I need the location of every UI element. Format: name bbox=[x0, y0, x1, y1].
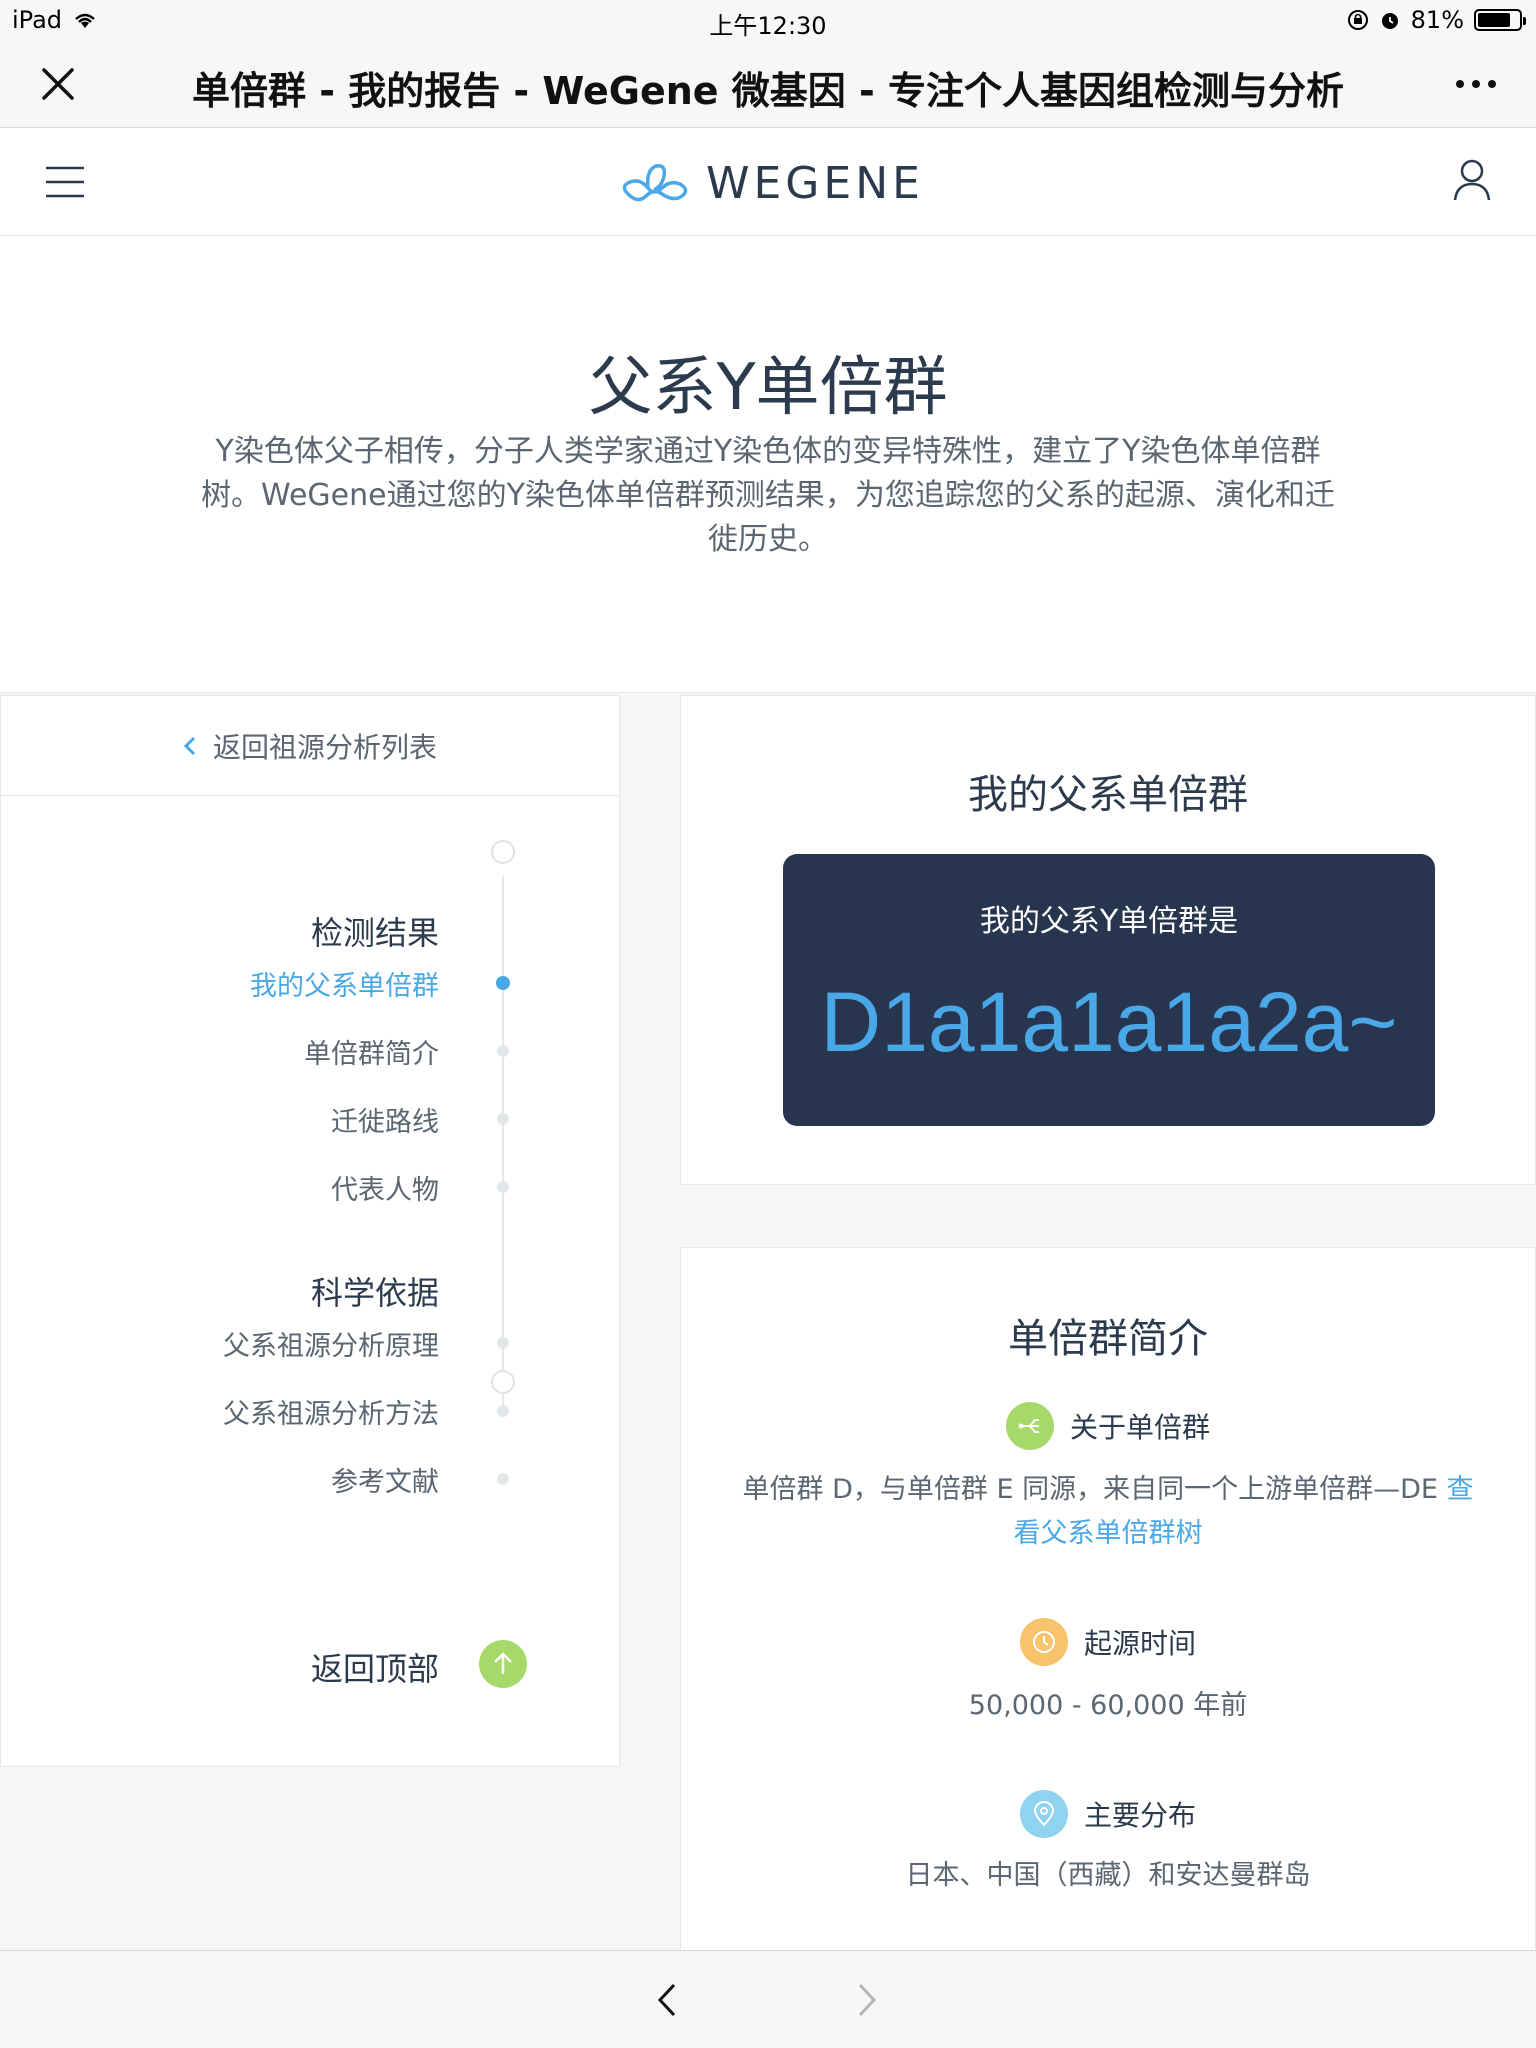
browser-nav-bar: 单倍群 - 我的报告 - WeGene 微基因 - 专注个人基因组检测与分析 bbox=[0, 42, 1536, 128]
toc-item-principle[interactable]: 父系祖源分析原理 bbox=[223, 1324, 439, 1363]
hero-title: 父系Y单倍群 bbox=[588, 351, 948, 425]
intro-title: 单倍群简介 bbox=[1008, 1316, 1208, 1362]
sidebar: 返回祖源分析列表 检测结果 我的父系单倍群 单倍群简介 迁徙路线 代表人物 科学… bbox=[0, 695, 620, 1767]
location-pin-icon bbox=[1019, 1790, 1068, 1838]
chevron-left-icon bbox=[183, 736, 196, 755]
site-header: WEGENE bbox=[0, 128, 1536, 236]
toc-item-my-haplogroup[interactable]: 我的父系单倍群 bbox=[250, 964, 439, 1003]
toc-heading-science[interactable]: 科学依据 bbox=[311, 1268, 439, 1314]
battery-icon bbox=[1474, 9, 1526, 31]
toc-dot-active bbox=[496, 976, 510, 990]
battery-level bbox=[1478, 13, 1511, 27]
page-title: 单倍群 - 我的报告 - WeGene 微基因 - 专注个人基因组检测与分析 bbox=[191, 69, 1345, 113]
about-text-body: 单倍群 D，与单倍群 E 同源，来自同一个上游单倍群—DE bbox=[742, 1474, 1447, 1505]
orientation-lock-icon bbox=[1347, 10, 1368, 30]
hero-description: Y染色体父子相传，分子人类学家通过Y染色体的变异特殊性，建立了Y染色体单倍群树。… bbox=[201, 434, 1335, 557]
logo[interactable]: WEGENE bbox=[618, 158, 924, 209]
origin-heading: 起源时间 bbox=[681, 1618, 1535, 1666]
about-heading-label: 关于单倍群 bbox=[1069, 1411, 1210, 1444]
distribution-text: 日本、中国（西藏）和安达曼群岛 bbox=[905, 1860, 1311, 1891]
battery-percent: 81% bbox=[1410, 6, 1464, 34]
status-bar: iPad 上午12:30 81% bbox=[0, 0, 1536, 42]
clock-icon bbox=[1019, 1618, 1068, 1666]
more-icon[interactable] bbox=[1452, 72, 1500, 96]
toc-dot bbox=[497, 1473, 509, 1485]
wegene-logo-icon bbox=[622, 163, 688, 201]
about-text: 单倍群 D，与单倍群 E 同源，来自同一个上游单倍群—DE 查看父系单倍群树 bbox=[741, 1468, 1475, 1556]
toc-timeline-end bbox=[491, 1370, 515, 1394]
haplogroup-intro-card: 单倍群简介 关于单倍群 单倍群 D，与单倍群 E 同源，来自同一个上游单倍群—D… bbox=[680, 1247, 1536, 1967]
browser-toolbar bbox=[0, 1950, 1536, 2048]
toc-item-migration[interactable]: 迁徙路线 bbox=[331, 1100, 439, 1139]
user-icon[interactable] bbox=[1452, 158, 1492, 202]
back-to-list-label: 返回祖源分析列表 bbox=[212, 730, 437, 764]
branch-icon bbox=[1005, 1402, 1054, 1450]
status-time: 上午12:30 bbox=[709, 12, 827, 40]
my-haplogroup-card: 我的父系单倍群 我的父系Y单倍群是 D1a1a1a1a2a~ bbox=[680, 695, 1536, 1185]
toc-dot bbox=[497, 1045, 509, 1057]
table-of-contents: 检测结果 我的父系单倍群 单倍群简介 迁徙路线 代表人物 科学依据 父系祖源分析… bbox=[1, 796, 621, 1576]
main-content: 返回祖源分析列表 检测结果 我的父系单倍群 单倍群简介 迁徙路线 代表人物 科学… bbox=[0, 692, 1536, 1967]
toc-timeline-start bbox=[491, 840, 515, 864]
toc-heading-results[interactable]: 检测结果 bbox=[311, 908, 439, 954]
distribution-heading-label: 主要分布 bbox=[1083, 1799, 1196, 1832]
menu-icon[interactable] bbox=[44, 162, 86, 202]
toc-item-figures[interactable]: 代表人物 bbox=[331, 1168, 439, 1207]
toc-item-intro[interactable]: 单倍群简介 bbox=[304, 1032, 439, 1071]
toc-item-references[interactable]: 参考文献 bbox=[331, 1460, 439, 1499]
toc-item-method[interactable]: 父系祖源分析方法 bbox=[223, 1392, 439, 1431]
origin-text: 50,000 - 60,000 年前 bbox=[968, 1690, 1248, 1721]
origin-heading-label: 起源时间 bbox=[1083, 1627, 1196, 1660]
toc-dot bbox=[497, 1405, 509, 1417]
back-to-top-label: 返回顶部 bbox=[310, 1650, 439, 1688]
toc-dot bbox=[497, 1113, 509, 1125]
close-icon[interactable] bbox=[38, 64, 78, 104]
forward-arrow-icon[interactable] bbox=[856, 1981, 878, 2019]
logo-text: WEGENE bbox=[706, 158, 924, 209]
back-to-top[interactable]: 返回顶部 bbox=[1, 1638, 621, 1698]
my-haplogroup-title: 我的父系单倍群 bbox=[968, 772, 1248, 818]
haplogroup-result-box: 我的父系Y单倍群是 D1a1a1a1a2a~ bbox=[783, 854, 1435, 1126]
arrow-up-icon bbox=[494, 1652, 512, 1674]
haplogroup-value: D1a1a1a1a2a~ bbox=[820, 975, 1398, 1069]
back-to-list-link[interactable]: 返回祖源分析列表 bbox=[1, 696, 619, 796]
toc-dot bbox=[497, 1337, 509, 1349]
hero-section: 父系Y单倍群 Y染色体父子相传，分子人类学家通过Y染色体的变异特殊性，建立了Y染… bbox=[0, 236, 1536, 692]
toc-dot bbox=[497, 1181, 509, 1193]
about-heading: 关于单倍群 bbox=[681, 1402, 1535, 1450]
distribution-heading: 主要分布 bbox=[681, 1790, 1535, 1838]
haplogroup-result-label: 我的父系Y单倍群是 bbox=[979, 904, 1239, 939]
toc-timeline bbox=[502, 876, 504, 1406]
alarm-icon bbox=[1381, 13, 1398, 29]
back-to-top-button[interactable] bbox=[479, 1640, 527, 1688]
back-arrow-icon[interactable] bbox=[656, 1981, 678, 2019]
